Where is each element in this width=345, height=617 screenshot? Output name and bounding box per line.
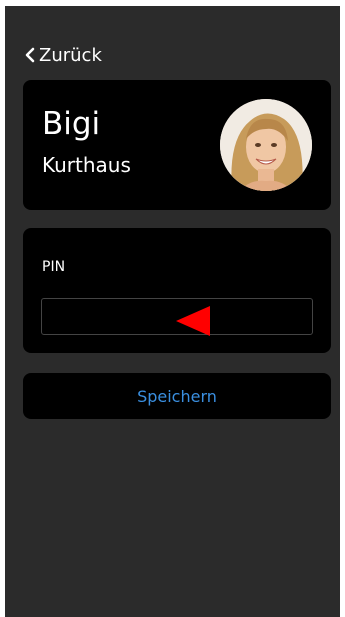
pin-label: PIN [42,259,66,275]
profile-name: Bigi [42,106,101,142]
app-screen: Zurück Bigi Kurthaus PIN Speichern [5,6,340,617]
back-label: Zurück [39,44,102,66]
profile-card: Bigi Kurthaus [23,80,331,210]
save-label: Speichern [137,386,217,406]
chevron-left-icon [25,47,35,63]
profile-location: Kurthaus [42,153,131,177]
avatar [220,99,312,191]
pin-card: PIN [23,228,331,353]
avatar-photo [220,99,312,191]
red-triangle-pointer-icon [176,306,210,336]
back-button[interactable]: Zurück [24,43,102,67]
save-button[interactable]: Speichern [23,373,331,419]
